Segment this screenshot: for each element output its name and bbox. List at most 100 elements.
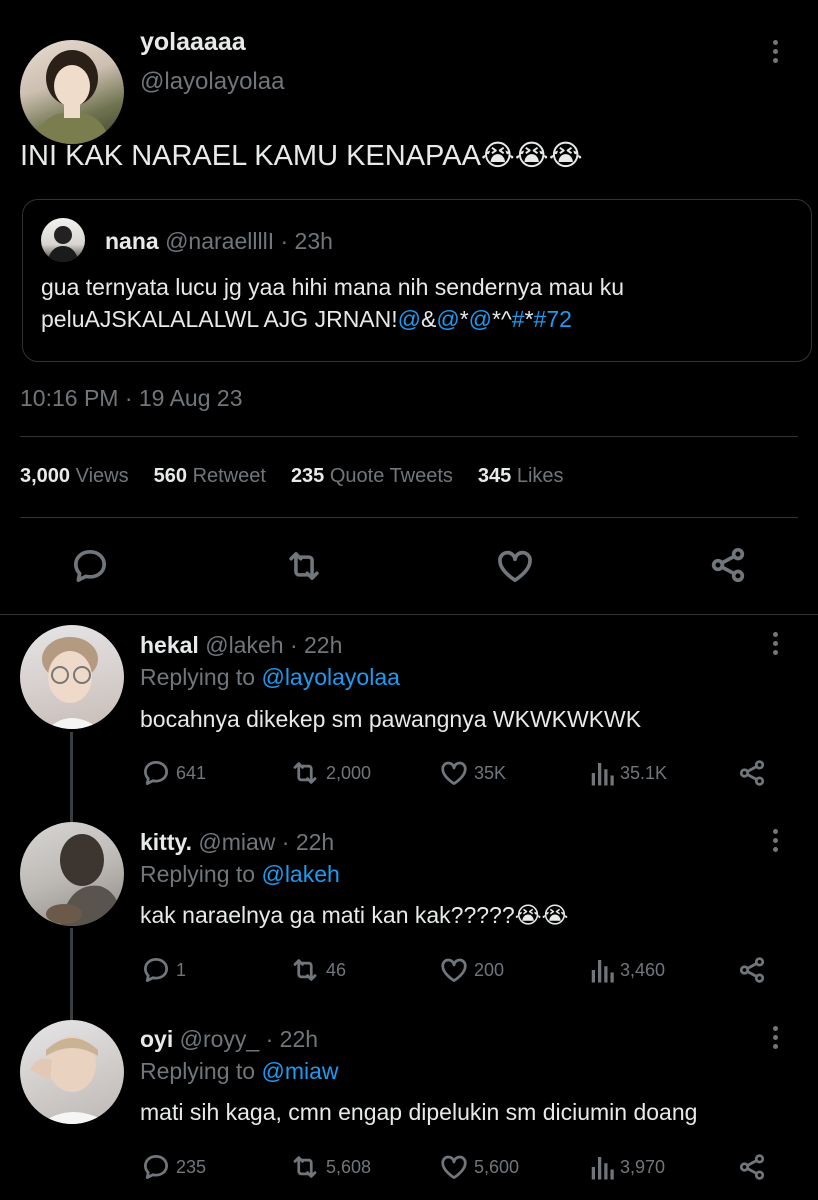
retweet-count-button[interactable]: 2,000 <box>288 758 371 788</box>
retweets-count: 560 <box>153 465 187 487</box>
reply-avatar[interactable] <box>20 1020 124 1124</box>
replying-to-handle[interactable]: @lakeh <box>261 861 339 887</box>
reply-count: 1 <box>176 959 187 980</box>
reply-handle[interactable]: @lakeh <box>205 632 283 658</box>
reply-count: 235 <box>176 1156 207 1177</box>
reply-button[interactable] <box>70 546 110 591</box>
reply-count-button[interactable]: 641 <box>140 758 206 788</box>
tweet-stats: 3,000 Views 560 Retweet 235 Quote Tweets… <box>20 465 564 488</box>
quoted-hashtag-1[interactable]: # <box>512 306 525 332</box>
retweet-icon <box>293 959 317 981</box>
reply-display-name[interactable]: oyi <box>140 1026 173 1052</box>
quoted-avatar-image <box>47 226 79 262</box>
like-count-button[interactable]: 35K <box>438 758 506 788</box>
reply-icon <box>74 550 106 582</box>
quoted-mention-2[interactable]: @ <box>436 306 459 332</box>
replying-to-label: Replying to <box>140 664 256 690</box>
share-button[interactable] <box>736 1152 768 1187</box>
section-divider <box>0 614 818 615</box>
views-count-button[interactable]: 35.1K <box>590 758 667 788</box>
reply-display-name[interactable]: kitty. <box>140 829 192 855</box>
likes-label: Likes <box>516 465 564 487</box>
author-avatar-image <box>34 50 110 144</box>
quoted-mention-1[interactable]: @ <box>398 306 421 332</box>
views-icon <box>591 1157 614 1180</box>
share-icon <box>739 760 765 786</box>
share-button[interactable] <box>707 545 749 590</box>
replying-to-handle[interactable]: @layolayolaa <box>261 664 399 690</box>
retweet-button[interactable] <box>283 546 325 591</box>
views-stat[interactable]: 3,000 Views <box>20 465 129 488</box>
like-count: 5,600 <box>474 1156 520 1177</box>
reply-avatar-image <box>30 1036 110 1124</box>
likes-stat[interactable]: 345 Likes <box>478 465 564 488</box>
reply-icon <box>144 958 168 982</box>
quotes-count: 235 <box>290 465 325 487</box>
reply-handle[interactable]: @miaw <box>198 829 275 855</box>
reply-header: oyi @royy_ · 22h <box>140 1026 318 1053</box>
quoted-avatar <box>41 218 85 262</box>
like-count: 200 <box>474 959 505 980</box>
reply-icon <box>144 761 168 785</box>
quoted-display-name: nana <box>105 228 159 254</box>
quotes-stat[interactable]: 235 Quote Tweets <box>291 465 453 488</box>
share-button[interactable] <box>736 955 768 990</box>
divider <box>20 436 798 437</box>
retweet-count: 2,000 <box>326 762 372 783</box>
like-count-button[interactable]: 200 <box>438 955 504 985</box>
quoted-text-amp: & <box>421 306 437 332</box>
share-icon <box>739 957 765 983</box>
quoted-hashtag-2[interactable]: #72 <box>534 306 572 332</box>
quoted-tweet[interactable]: nana @naraellllI · 23h gua ternyata lucu… <box>22 199 812 362</box>
quoted-text-line2: peluAJSKALALALWL AJG JRNAN!@&@*@*^#*#72 <box>41 306 572 333</box>
quoted-text-line1: gua ternyata lucu jg yaa hihi mana nih s… <box>41 274 625 300</box>
share-icon <box>739 1154 765 1180</box>
more-options-icon[interactable] <box>771 632 779 655</box>
like-button[interactable] <box>494 546 536 591</box>
author-display-name[interactable]: yolaaaaa <box>140 28 246 57</box>
quoted-text-star: * <box>459 306 469 332</box>
reply-time: · 22h <box>289 632 343 658</box>
reply-avatar-image <box>46 834 124 926</box>
reply-avatar[interactable] <box>20 625 124 729</box>
replying-to-label: Replying to <box>140 1058 256 1084</box>
reply-text: mati sih kaga, cmn engap dipelukin sm di… <box>140 1099 697 1126</box>
replying-to-label: Replying to <box>140 861 256 887</box>
reply-count-button[interactable]: 235 <box>140 1152 206 1182</box>
retweet-icon <box>293 1156 317 1178</box>
tweet-timestamp[interactable]: 10:16 PM · 19 Aug 23 <box>20 385 243 412</box>
replying-to-handle[interactable]: @miaw <box>261 1058 338 1084</box>
reply-text-body: mati sih kaga, cmn engap dipelukin sm di… <box>140 1099 698 1125</box>
retweet-count-button[interactable]: 46 <box>288 955 346 985</box>
retweets-stat[interactable]: 560 Retweet <box>154 465 266 488</box>
share-button[interactable] <box>736 758 768 793</box>
reply-display-name[interactable]: hekal <box>140 632 199 658</box>
tweet-emoji: 😭😭😭 <box>480 140 583 172</box>
author-handle[interactable]: @layolayolaa <box>140 68 284 96</box>
retweet-count-button[interactable]: 5,608 <box>288 1152 371 1182</box>
like-count-button[interactable]: 5,600 <box>438 1152 519 1182</box>
views-count-button[interactable]: 3,460 <box>590 955 665 985</box>
quotes-label: Quote Tweets <box>329 465 453 487</box>
quoted-header: nana @naraellllI · 23h <box>105 228 333 255</box>
retweet-icon <box>293 762 317 784</box>
more-options-icon[interactable] <box>771 40 779 63</box>
views-count-button[interactable]: 3,970 <box>590 1152 665 1182</box>
more-options-icon[interactable] <box>771 1026 779 1049</box>
reply-handle[interactable]: @royy_ <box>180 1026 260 1052</box>
more-options-icon[interactable] <box>771 829 779 852</box>
reply-header: kitty. @miaw · 22h <box>140 829 334 856</box>
author-avatar[interactable] <box>20 40 124 144</box>
reply-header: hekal @lakeh · 22h <box>140 632 342 659</box>
heart-icon <box>441 761 467 785</box>
reply-text-body: kak naraelnya ga mati kan kak????? <box>140 902 515 928</box>
reply-count-button[interactable]: 1 <box>140 955 186 985</box>
retweets-label: Retweet <box>192 465 266 487</box>
quoted-mention-3[interactable]: @ <box>469 306 492 332</box>
quoted-text-star2: * <box>524 306 534 332</box>
reply-avatar[interactable] <box>20 822 124 926</box>
quoted-text-caret: *^ <box>492 306 512 332</box>
quoted-handle: @naraellllI <box>165 228 275 254</box>
views-count: 3,000 <box>20 465 71 487</box>
thread-line <box>70 732 73 822</box>
